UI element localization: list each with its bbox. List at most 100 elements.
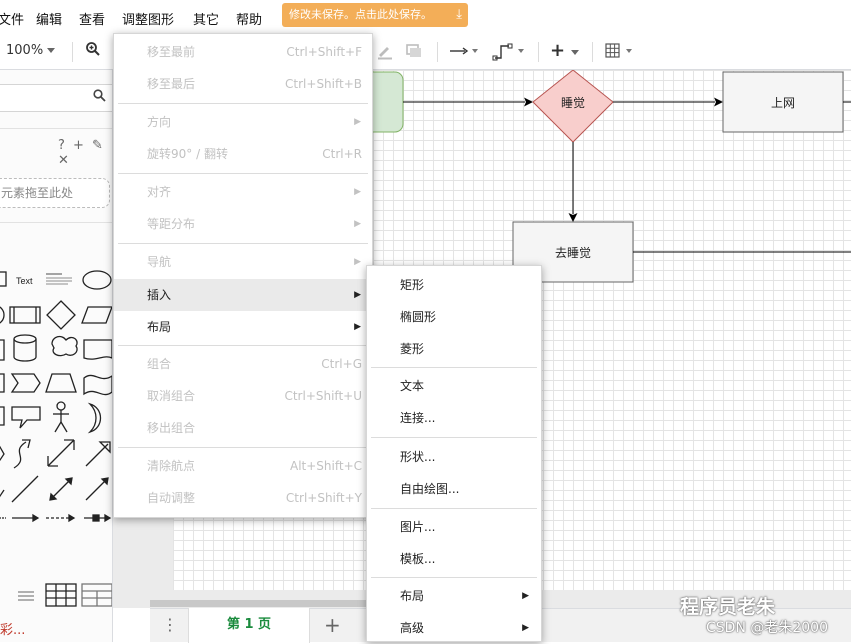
- edge-arrowhead: [714, 97, 723, 107]
- dashed-arrow-icon: [46, 513, 76, 523]
- search-icon[interactable]: [93, 89, 106, 106]
- download-icon: ⤓: [456, 7, 462, 22]
- menu-item[interactable]: 自动调整 Ctrl+Shift+Y: [114, 482, 372, 514]
- submenu-item-label: 布局: [400, 589, 425, 603]
- menu-extras[interactable]: 其它: [193, 9, 219, 28]
- menu-item-label: 组合: [147, 357, 172, 371]
- unsaved-changes-notice[interactable]: 修改未保存。点击此处保存。 ⤓: [282, 3, 468, 27]
- menu-view[interactable]: 查看: [79, 9, 105, 28]
- menu-item-shortcut: Ctrl+Shift+U: [284, 389, 362, 403]
- tape-shape-icon: [83, 374, 112, 396]
- parallelogram-shape-icon: [81, 306, 112, 324]
- cloud-shape-icon: [51, 335, 78, 357]
- menu-separator: [118, 345, 368, 346]
- menu-item[interactable]: 清除航点 Alt+Shift+C: [114, 450, 372, 482]
- scratchpad-tools[interactable]: ? + ✎ ✕: [58, 138, 112, 168]
- insert-submenu: 矩形椭圆形 菱形文本连接... 形状... 自由绘图... 图片... 模板... 布局 ▶ 高…: [366, 265, 542, 642]
- submenu-item-label: 矩形: [400, 278, 425, 292]
- menu-item[interactable]: 移至最后 Ctrl+Shift+B: [114, 68, 372, 100]
- menu-item-label: 自动调整: [147, 491, 196, 505]
- diamond-shape-icon: [46, 300, 76, 330]
- menubar: 文件 编辑 查看 调整图形 其它 帮助 修改未保存。点击此处保存。 ⤓: [0, 0, 851, 34]
- menu-file[interactable]: 文件: [0, 9, 24, 28]
- actor-shape-icon: [53, 401, 69, 433]
- menu-item-shortcut: Alt+Shift+C: [289, 459, 362, 473]
- submenu-item[interactable]: 图片...: [367, 511, 541, 543]
- menu-item-label: 清除航点: [147, 459, 196, 473]
- chevron-right-icon: ▶: [354, 219, 361, 229]
- menu-arrange[interactable]: 调整图形: [122, 9, 174, 28]
- plus-icon[interactable]: +: [550, 40, 565, 61]
- curved-arrow-shape-icon: [13, 439, 31, 469]
- shape-search-input[interactable]: [0, 84, 112, 112]
- list-shape-icon: [18, 591, 34, 601]
- menu-item[interactable]: 旋转90° / 翻转 Ctrl+R: [114, 138, 372, 170]
- submenu-item[interactable]: 菱形: [367, 333, 541, 365]
- scratchpad-drop-zone[interactable]: 元素拖至此处: [0, 178, 110, 208]
- line-color-icon[interactable]: [376, 42, 394, 64]
- submenu-item[interactable]: 矩形: [367, 269, 541, 301]
- menu-separator: [118, 173, 368, 174]
- sidebar-more-shapes[interactable]: 彩...: [0, 619, 25, 638]
- menu-item-shortcut: Ctrl+G: [321, 357, 362, 371]
- chevron-down-icon[interactable]: [571, 44, 579, 60]
- shape-sidebar: ? + ✎ ✕ 元素拖至此处 Text 彩...: [0, 70, 113, 642]
- menu-item[interactable]: 插入 ▶: [114, 279, 372, 311]
- partial-shape-icon: [0, 445, 5, 462]
- zoom-level[interactable]: 100%: [6, 43, 56, 58]
- submenu-item[interactable]: 形状...: [367, 441, 541, 473]
- menu-item[interactable]: 布局 ▶: [114, 311, 372, 343]
- shape-palette[interactable]: Text: [0, 262, 113, 612]
- menu-item[interactable]: 等距分布 ▶: [114, 208, 372, 240]
- toolbar-divider: [437, 42, 438, 62]
- menu-item[interactable]: 方向 ▶: [114, 106, 372, 138]
- page-menu-icon[interactable]: ⋮: [162, 615, 178, 634]
- menu-separator: [118, 243, 368, 244]
- submenu-item[interactable]: 模板...: [367, 543, 541, 575]
- tab-page-1[interactable]: 第 1 页: [188, 608, 310, 643]
- shadow-icon[interactable]: [405, 43, 423, 63]
- add-page-icon[interactable]: +: [324, 613, 341, 637]
- table-shape-icon: [45, 583, 77, 607]
- zoom-in-icon[interactable]: [85, 41, 101, 61]
- menu-separator: [371, 508, 537, 509]
- arrow-right-icon[interactable]: [449, 43, 479, 63]
- submenu-item[interactable]: 自由绘图...: [367, 473, 541, 505]
- directional-line-icon: [85, 477, 109, 501]
- submenu-item[interactable]: 椭圆形: [367, 301, 541, 333]
- waypoint-icon[interactable]: [492, 41, 526, 65]
- menu-separator: [371, 437, 537, 438]
- menu-item-shortcut: Ctrl+R: [322, 147, 362, 161]
- chevron-right-icon: ▶: [354, 117, 361, 127]
- menu-item-label: 对齐: [147, 185, 172, 199]
- process-node-internet-label: 上网: [771, 96, 795, 110]
- chevron-right-icon: ▶: [354, 322, 361, 332]
- process-node-go-sleep-label: 去睡觉: [555, 246, 591, 260]
- chevron-right-icon: ▶: [354, 290, 361, 300]
- menu-item[interactable]: 取消组合 Ctrl+Shift+U: [114, 380, 372, 412]
- edge-arrowhead: [524, 97, 533, 107]
- menu-item[interactable]: 移至最前 Ctrl+Shift+F: [114, 36, 372, 68]
- partial-shape-icon: [0, 406, 5, 426]
- menu-item[interactable]: 导航 ▶: [114, 246, 372, 278]
- grid-shape-icon: [81, 583, 112, 607]
- double-arrow-line-icon: [49, 477, 73, 501]
- submenu-item-label: 文本: [400, 379, 425, 393]
- menu-separator: [118, 447, 368, 448]
- submenu-item[interactable]: 连接...: [367, 402, 541, 434]
- partial-shape-icon: [0, 489, 5, 498]
- chevron-right-icon: ▶: [354, 187, 361, 197]
- menu-separator: [118, 103, 368, 104]
- menu-edit[interactable]: 编辑: [36, 9, 62, 28]
- menu-help[interactable]: 帮助: [236, 9, 262, 28]
- submenu-item[interactable]: 高级 ▶: [367, 612, 541, 644]
- table-icon[interactable]: [605, 43, 639, 63]
- menu-item[interactable]: 组合 Ctrl+G: [114, 348, 372, 380]
- unsaved-changes-text: 修改未保存。点击此处保存。: [289, 8, 432, 21]
- menu-item[interactable]: 移出组合: [114, 412, 372, 444]
- submenu-item[interactable]: 文本: [367, 370, 541, 402]
- menu-item[interactable]: 对齐 ▶: [114, 176, 372, 208]
- toolbar-divider: [592, 42, 593, 62]
- menu-item-label: 取消组合: [147, 389, 196, 403]
- submenu-item[interactable]: 布局 ▶: [367, 580, 541, 612]
